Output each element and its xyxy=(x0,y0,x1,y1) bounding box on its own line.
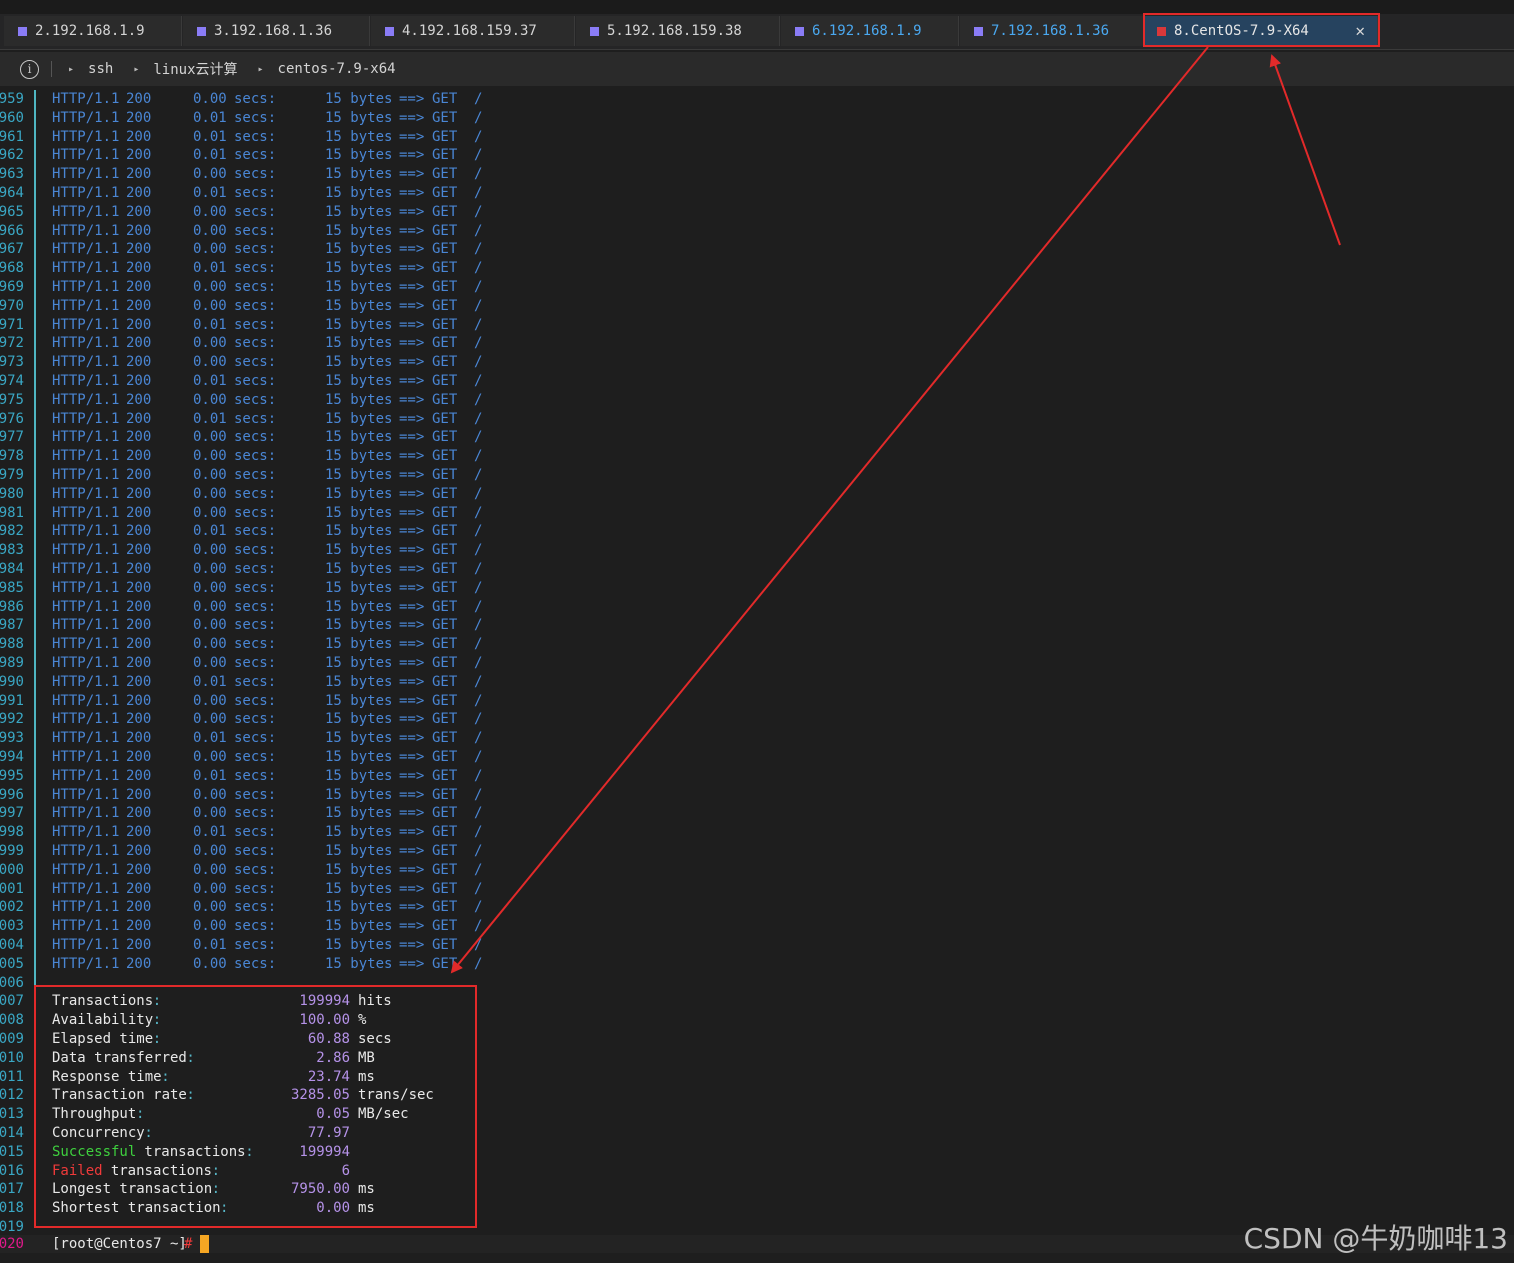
watermark: CSDN @牛奶咖啡13 xyxy=(1243,1222,1508,1255)
arrow-pointing-to-tab xyxy=(1269,54,1341,246)
arrow-tab-to-stats xyxy=(450,46,1209,974)
annotation-arrows xyxy=(450,46,1341,974)
